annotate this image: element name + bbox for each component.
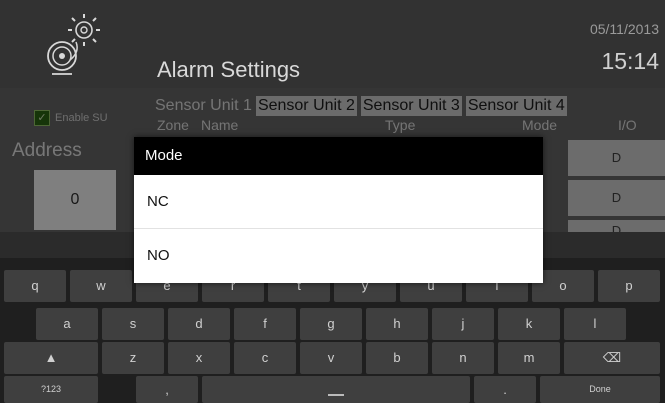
mode-dialog: Mode NC NO [134, 137, 543, 283]
option-nc[interactable]: NC [134, 175, 543, 229]
key-q[interactable]: q [4, 270, 66, 302]
key-c[interactable]: c [234, 342, 296, 374]
key-period[interactable]: . [474, 376, 536, 403]
shift-key[interactable]: ▲ [4, 342, 98, 374]
key-b[interactable]: b [366, 342, 428, 374]
key-x[interactable]: x [168, 342, 230, 374]
date-readout: 05/11/2013 [589, 21, 659, 37]
space-bar-icon [328, 394, 344, 396]
dialog-title: Mode [134, 137, 543, 175]
bell-alarm-icon [47, 14, 100, 75]
header: Alarm Settings 05/11/2013 15:14 [0, 0, 665, 88]
key-a[interactable]: a [36, 308, 98, 340]
space-key[interactable] [202, 376, 470, 403]
option-no[interactable]: NO [134, 229, 543, 283]
time-readout: 15:14 [601, 48, 659, 74]
key-comma[interactable]: , [136, 376, 198, 403]
key-v[interactable]: v [300, 342, 362, 374]
key-f[interactable]: f [234, 308, 296, 340]
key-z[interactable]: z [102, 342, 164, 374]
key-s[interactable]: s [102, 308, 164, 340]
backspace-key[interactable]: ⌫ [564, 342, 660, 374]
key-j[interactable]: j [432, 308, 494, 340]
key-w[interactable]: w [70, 270, 132, 302]
key-g[interactable]: g [300, 308, 362, 340]
key-m[interactable]: m [498, 342, 560, 374]
key-d[interactable]: d [168, 308, 230, 340]
backspace-icon: ⌫ [602, 350, 622, 365]
key-n[interactable]: n [432, 342, 494, 374]
page-title: Alarm Settings [157, 57, 301, 82]
screen: Alarm Settings 05/11/2013 15:14 ✓Enable … [0, 0, 665, 403]
key-h[interactable]: h [366, 308, 428, 340]
key-k[interactable]: k [498, 308, 560, 340]
shift-icon: ▲ [44, 350, 58, 365]
key-l[interactable]: l [564, 308, 626, 340]
done-key[interactable]: Done [540, 376, 660, 403]
key-symbols[interactable]: ?123 [4, 376, 98, 403]
key-p[interactable]: p [598, 270, 660, 302]
